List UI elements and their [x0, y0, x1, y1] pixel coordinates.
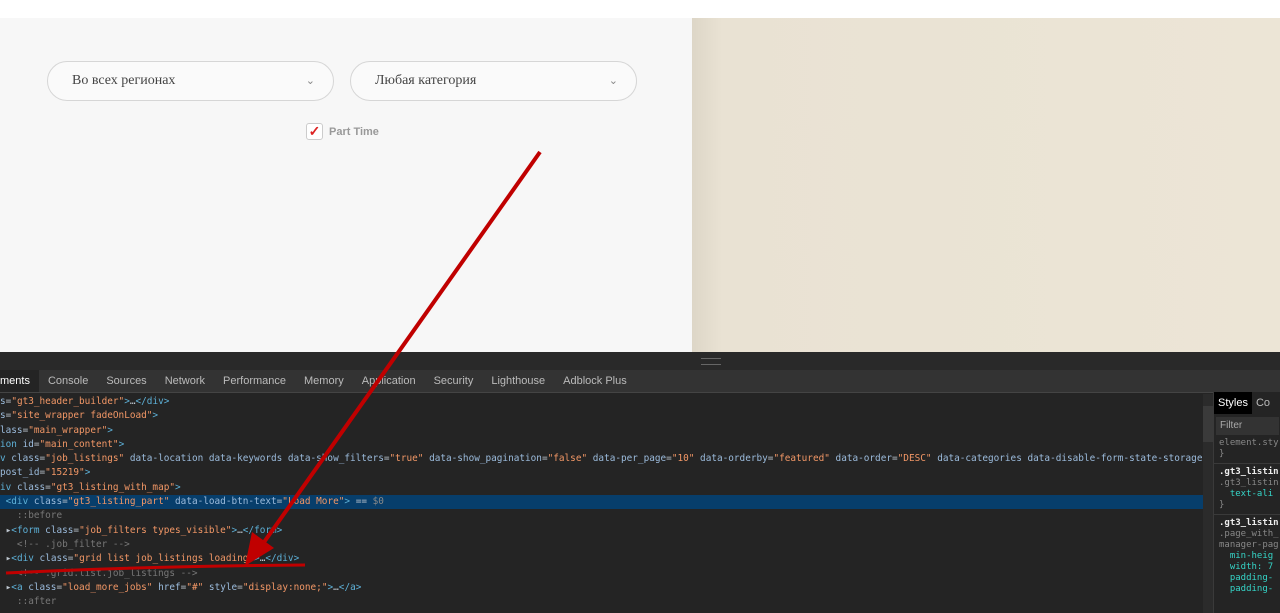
dom-node[interactable]: ▸<form class="job_filters types_visible"… [0, 524, 1203, 538]
chevron-down-icon: ⌄ [305, 75, 315, 87]
style-rule-line: .gt3_listin [1219, 518, 1279, 528]
elements-tree: s="gt3_header_builder">…</div> s="site_w… [0, 395, 1203, 609]
dom-node[interactable]: ::before [0, 509, 1203, 523]
style-rule-line: .gt3_listin [1219, 467, 1279, 477]
tab-security[interactable]: Security [425, 370, 483, 392]
dom-node[interactable]: ::after [0, 595, 1203, 609]
dom-node[interactable]: lass="main_wrapper"> [0, 424, 1203, 438]
dom-node[interactable]: s="site_wrapper fadeOnLoad"> [0, 409, 1203, 423]
style-rule-line: .page_with_ [1219, 529, 1279, 539]
tab-network[interactable]: Network [156, 370, 214, 392]
devtools-resizer[interactable] [0, 352, 1280, 370]
style-rule-line: } [1219, 500, 1225, 510]
web-page: Во всех регионах ⌄ Любая категория ⌄ ✓ Part… [0, 18, 1280, 352]
style-rule-line: element.sty [1219, 438, 1279, 448]
region-select-value: Во всех регионах [72, 73, 176, 88]
tab-performance[interactable]: Performance [214, 370, 295, 392]
part-time-checkbox[interactable]: ✓ Part Time [306, 123, 379, 140]
styles-pane: Styles Co Filter element.sty} .gt3_listin.… [1213, 392, 1280, 613]
styles-filter-input[interactable]: Filter [1216, 417, 1279, 435]
style-rule-line: padding- [1219, 584, 1274, 594]
tab-adblock-plus[interactable]: Adblock Plus [554, 370, 636, 392]
dom-node[interactable]: <!-- .grid.list.job_listings --> [0, 567, 1203, 581]
elements-scrollbar[interactable] [1203, 394, 1213, 613]
devtools-tabs: ments Console Sources Network Performance Mem… [0, 370, 1280, 393]
category-select[interactable]: Любая категория ⌄ [350, 61, 637, 101]
dom-node[interactable]: iv class="gt3_listing_with_map"> [0, 481, 1203, 495]
part-time-label: Part Time [329, 125, 379, 138]
tab-computed[interactable]: Co [1252, 392, 1274, 414]
dom-node[interactable]: ▸<a class="load_more_jobs" href="#" styl… [0, 581, 1203, 595]
dom-node[interactable]: ion id="main_content"> [0, 438, 1203, 452]
tab-application[interactable]: Application [353, 370, 425, 392]
style-rule-line: width: 7 [1219, 562, 1274, 572]
style-rule-line: } [1219, 449, 1225, 459]
dom-node[interactable]: <!-- .job_filter --> [0, 538, 1203, 552]
map-area [692, 18, 1280, 352]
dom-node-selected[interactable]: <div class="gt3_listing_part" data-load-… [0, 495, 1203, 510]
tab-ments[interactable]: ments [0, 370, 39, 392]
resize-grip-icon [701, 358, 721, 365]
checkmark-icon: ✓ [306, 123, 323, 140]
dom-node[interactable]: ▸<div class="grid list job_listings load… [0, 552, 1203, 566]
style-rule-line: manager-pag [1219, 540, 1279, 550]
chevron-down-icon: ⌄ [608, 75, 618, 87]
dom-node[interactable]: post_id="15219"> [0, 466, 1203, 480]
tab-console[interactable]: Console [39, 370, 97, 392]
style-rule-line: .gt3_listin [1219, 478, 1279, 488]
category-select-value: Любая категория [375, 73, 477, 88]
tab-styles[interactable]: Styles [1214, 392, 1252, 414]
tab-lighthouse[interactable]: Lighthouse [482, 370, 554, 392]
style-rule-line: min-heig [1219, 551, 1274, 561]
dom-node[interactable]: s="gt3_header_builder">…</div> [0, 395, 1203, 409]
tab-memory[interactable]: Memory [295, 370, 353, 392]
style-rule-line: text-ali [1219, 489, 1274, 499]
region-select[interactable]: Во всех регионах ⌄ [47, 61, 334, 101]
dom-node[interactable]: v class="job_listings" data-location dat… [0, 452, 1203, 466]
filters-area: Во всех регионах ⌄ Любая категория ⌄ ✓ Part… [0, 18, 692, 352]
devtools-panel: ments Console Sources Network Performance Mem… [0, 352, 1280, 613]
style-rule-line: padding- [1219, 573, 1274, 583]
tab-sources[interactable]: Sources [97, 370, 155, 392]
